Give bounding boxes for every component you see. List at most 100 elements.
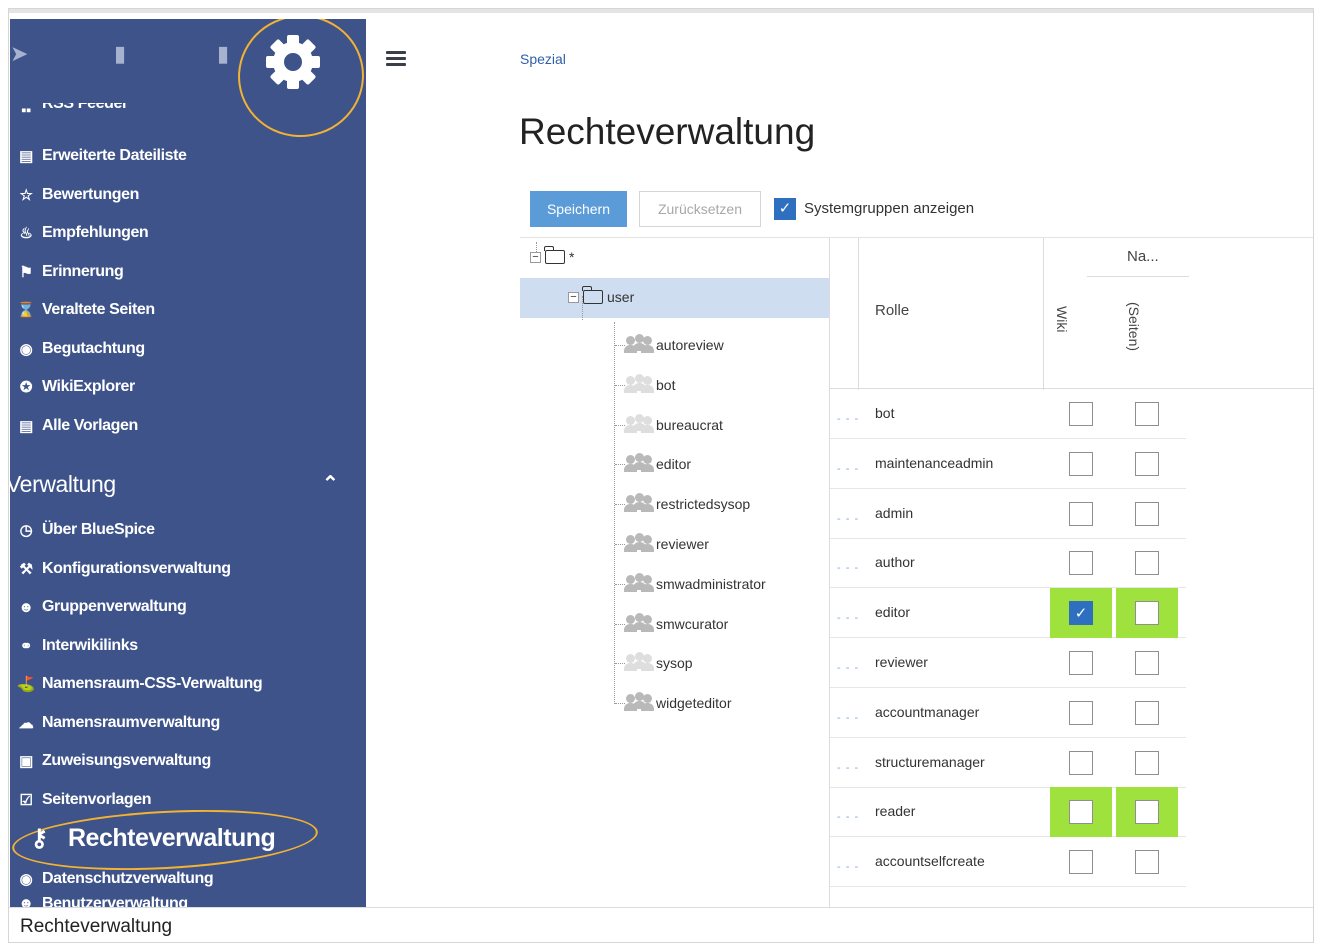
sidebar-item-rss-feeder[interactable]: ▪▪ RSS Feeder (10, 103, 128, 117)
column-header-wiki[interactable]: Wiki (1054, 306, 1070, 332)
sidebar-item-rechteverwaltung[interactable]: ⚷ Rechteverwaltung (10, 821, 275, 855)
group-icon (624, 612, 654, 633)
sidebar-item-erweiterte-dateiliste[interactable]: ▤ Erweiterte Dateiliste (10, 141, 187, 171)
pages-permission-checkbox[interactable] (1135, 601, 1159, 626)
wiki-permission-checkbox[interactable] (1069, 451, 1093, 476)
reset-button[interactable]: Zurücksetzen (639, 191, 761, 227)
sidebar-item-wikiexplorer[interactable]: ✪ WikiExplorer (10, 372, 135, 402)
tree-node-group[interactable]: editor (624, 445, 692, 483)
sidebar-item-empfehlungen[interactable]: ♨ Empfehlungen (10, 218, 148, 248)
group-label: editor (656, 456, 692, 473)
breadcrumb-spezial[interactable]: Spezial (520, 51, 566, 67)
save-button[interactable]: Speichern (530, 191, 627, 227)
pages-permission-cell (1116, 837, 1178, 887)
sidebar-item-über-bluespice[interactable]: ◷ Über BlueSpice (10, 515, 155, 545)
wiki-permission-checkbox[interactable] (1069, 651, 1093, 675)
sidebar-item-benutzerverwaltung[interactable]: ☻ Benutzerverwaltung (10, 895, 187, 907)
sidebar-item-bewertungen[interactable]: ☆ Bewertungen (10, 180, 139, 210)
sidebar-item-begutachtung[interactable]: ◉ Begutachtung (10, 334, 146, 364)
wiki-permission-checkbox[interactable] (1069, 551, 1093, 576)
wiki-permission-cell (1050, 688, 1112, 738)
key-icon: ⚷ (30, 824, 48, 852)
collapse-icon[interactable]: − (530, 251, 541, 263)
sidebar-item-seitenvorlagen[interactable]: ☑ Seitenvorlagen (10, 785, 151, 815)
column-header-namespace[interactable]: Na... (1127, 248, 1159, 265)
column-header-pages[interactable]: (Seiten) (1126, 302, 1142, 351)
sidebar-item-interwikilinks[interactable]: ⚭ Interwikilinks (10, 631, 138, 661)
sidebar-item-erinnerung[interactable]: ⚑ Erinnerung (10, 257, 123, 287)
tree-node-group[interactable]: widgeteditor (624, 684, 732, 722)
wiki-permission-checkbox[interactable] (1069, 800, 1093, 825)
sidebar-item-gruppenverwaltung[interactable]: ☻ Gruppenverwaltung (10, 592, 186, 622)
pages-permission-checkbox[interactable] (1135, 402, 1159, 426)
pages-permission-checkbox[interactable] (1135, 700, 1159, 725)
system-groups-checkbox[interactable]: ✓ (774, 198, 796, 220)
table-row[interactable]: - - - reviewer (830, 638, 1186, 688)
table-row[interactable]: - - - accountmanager (830, 688, 1186, 738)
wiki-permission-checkbox[interactable] (1069, 750, 1093, 775)
tree-node-group[interactable]: restrictedsysop (624, 485, 750, 523)
tree-connector: - - - (837, 462, 860, 475)
sidebar-item-datenschutzverwaltung[interactable]: ◉ Datenschutzverwaltung (10, 864, 214, 894)
table-row[interactable]: - - - structuremanager (830, 738, 1186, 788)
table-row[interactable]: - - - bot (830, 389, 1186, 439)
sidebar-item-zuweisungsverwaltung[interactable]: ▣ Zuweisungsverwaltung (10, 746, 211, 776)
sidebar-item-label: Alle Vorlagen (42, 416, 138, 434)
tree-node-group[interactable]: smwcurator (624, 605, 728, 643)
wiki-permission-checkbox[interactable] (1069, 501, 1093, 526)
book-icon[interactable]: ▮ (114, 41, 126, 67)
sidebar-item-label: Begutachtung (42, 339, 145, 357)
tree-node-group[interactable]: autoreview (624, 326, 724, 364)
pages-permission-checkbox[interactable] (1135, 551, 1159, 576)
wiki-permission-cell: ✓ (1050, 588, 1112, 639)
group-tree: − * − user autoreview bot bureaucrat editor… (520, 237, 830, 917)
table-row[interactable]: - - - maintenanceadmin (830, 439, 1186, 489)
section-title-verwaltung[interactable]: Verwaltung (10, 471, 116, 498)
pages-permission-checkbox[interactable] (1135, 750, 1159, 775)
wiki-permission-checkbox[interactable]: ✓ (1069, 601, 1093, 626)
sidebar-item-label: Seitenvorlagen (42, 790, 152, 808)
send-icon[interactable]: ➤ (10, 41, 28, 67)
pages-permission-checkbox[interactable] (1135, 451, 1159, 476)
clipboard-icon[interactable]: ▮ (217, 41, 229, 67)
tree-node-root[interactable]: − * (530, 238, 574, 276)
pages-permission-checkbox[interactable] (1135, 501, 1159, 526)
tree-node-group[interactable]: bureaucrat (624, 406, 723, 444)
tree-connector: - - - (837, 711, 860, 724)
table-row[interactable]: - - - reader (830, 787, 1186, 838)
sidebar-item-veraltete-seiten[interactable]: ⌛ Veraltete Seiten (10, 295, 155, 325)
wiki-permission-checkbox[interactable] (1069, 850, 1093, 875)
tree-node-group[interactable]: reviewer (624, 525, 709, 563)
table-row[interactable]: - - - accountselfcreate (830, 837, 1186, 888)
collapse-icon[interactable]: − (568, 291, 579, 303)
tree-node-group[interactable]: bot (624, 366, 675, 404)
paint-roller-icon: ⛳ (16, 676, 36, 693)
tree-selection (520, 278, 829, 318)
chevron-up-icon[interactable]: ⌃ (322, 471, 339, 496)
pages-permission-cell (1116, 688, 1178, 738)
tree-node-group[interactable]: sysop (624, 644, 693, 682)
column-header-role[interactable]: Rolle (875, 302, 909, 319)
cloud-icon: ☁ (18, 714, 34, 732)
sidebar-item-namensraumverwaltung[interactable]: ☁ Namensraumverwaltung (10, 708, 221, 738)
pages-permission-checkbox[interactable] (1135, 850, 1159, 875)
gear-icon[interactable] (262, 31, 324, 93)
tree-node-group[interactable]: smwadministrator (624, 565, 766, 603)
wiki-permission-cell (1050, 538, 1112, 588)
table-row[interactable]: - - - author (830, 538, 1186, 589)
pages-permission-checkbox[interactable] (1135, 800, 1159, 825)
wiki-permission-checkbox[interactable] (1069, 700, 1093, 725)
table-row[interactable]: - - - editor ✓ (830, 588, 1186, 639)
sidebar-item-konfigurationsverwaltung[interactable]: ⚒ Konfigurationsverwaltung (10, 554, 231, 584)
sidebar-item-alle-vorlagen[interactable]: ▤ Alle Vorlagen (10, 411, 138, 441)
tree-connector: - - - (837, 612, 860, 625)
pages-permission-checkbox[interactable] (1135, 651, 1159, 675)
table-row[interactable]: - - - admin (830, 489, 1186, 539)
sidebar-item-namensraum-css-verwaltung[interactable]: ⛳ Namensraum-CSS-Verwaltung (10, 669, 263, 699)
menu-icon[interactable] (386, 51, 406, 67)
pages-permission-cell (1116, 638, 1178, 688)
tree-node-user[interactable]: − user (568, 278, 634, 316)
sidebar-item-label: Bewertungen (42, 185, 139, 203)
wiki-permission-cell (1050, 787, 1112, 838)
wiki-permission-checkbox[interactable] (1069, 402, 1093, 426)
